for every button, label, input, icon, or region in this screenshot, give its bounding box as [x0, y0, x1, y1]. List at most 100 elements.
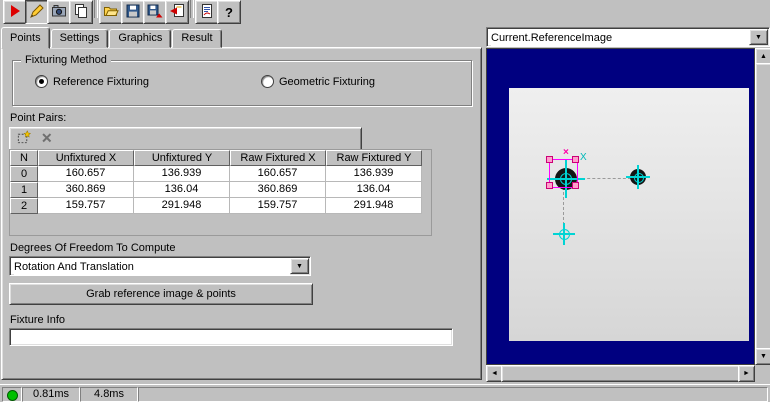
help-icon: ? — [225, 5, 233, 20]
fixture-info-label: Fixture Info — [10, 314, 65, 326]
point-pairs-toolbar — [9, 127, 362, 151]
column-header[interactable]: N — [10, 150, 38, 166]
save-button[interactable] — [121, 0, 145, 24]
row-header: 0 — [10, 166, 38, 182]
save-image-button[interactable] — [143, 0, 167, 24]
new-item-icon — [16, 130, 31, 148]
column-header[interactable]: Raw Fixtured X — [230, 150, 326, 166]
vertical-scrollbar[interactable]: ▲ ▼ — [755, 48, 770, 365]
selection-mark: × — [563, 147, 569, 158]
geometric-fixturing-option[interactable]: Geometric Fixturing — [261, 75, 375, 88]
import-button[interactable] — [165, 0, 189, 24]
toolbar-separator — [190, 0, 194, 18]
floppy-arrow-icon — [147, 3, 163, 22]
status-time-2: 4.8ms — [80, 387, 138, 402]
degrees-of-freedom-value: Rotation And Translation — [14, 259, 290, 275]
selection-handle[interactable] — [572, 156, 579, 163]
camera-button[interactable] — [47, 0, 71, 24]
grab-reference-button-label: Grab reference image & points — [86, 288, 236, 300]
application-window: ? Points Settings Graphics Result Fixtur… — [0, 0, 770, 402]
tab-result[interactable]: Result — [172, 29, 221, 48]
camera-icon — [51, 3, 67, 22]
chevron-down-icon[interactable]: ▼ — [290, 258, 309, 274]
status-time-1: 0.81ms — [22, 387, 80, 402]
status-bar: 0.81ms 4.8ms — [0, 384, 770, 402]
toolbar-separator — [94, 0, 98, 18]
reference-fixturing-option[interactable]: Reference Fixturing — [35, 75, 149, 88]
table-cell[interactable]: 160.657 — [38, 166, 134, 182]
copy-button[interactable] — [69, 0, 93, 24]
edit-button[interactable] — [25, 0, 49, 24]
table-cell[interactable]: 360.869 — [38, 182, 134, 198]
table-cell[interactable]: 159.757 — [230, 198, 326, 214]
table-cell[interactable]: 160.657 — [230, 166, 326, 182]
point-pairs-label: Point Pairs: — [10, 112, 66, 124]
main-toolbar: ? — [0, 0, 770, 27]
report-button[interactable] — [195, 0, 219, 24]
selection-handle[interactable] — [546, 156, 553, 163]
new-point-pair-button[interactable] — [13, 130, 33, 148]
selection-handle[interactable] — [546, 182, 553, 189]
points-tab-page: Fixturing Method Reference Fixturing Geo… — [1, 47, 482, 380]
column-header[interactable]: Unfixtured X — [38, 150, 134, 166]
degrees-of-freedom-select[interactable]: Rotation And Translation ▼ — [9, 256, 311, 276]
table-row[interactable]: 0 160.657 136.939 160.657 136.939 — [10, 166, 431, 182]
help-button[interactable]: ? — [217, 0, 241, 24]
table-cell[interactable]: 136.04 — [326, 182, 422, 198]
table-header-row: N Unfixtured X Unfixtured Y Raw Fixtured… — [10, 150, 431, 166]
status-spacer-panel — [138, 387, 768, 402]
fixturing-method-group: Fixturing Method Reference Fixturing Geo… — [12, 60, 472, 106]
table-cell[interactable]: 291.948 — [326, 198, 422, 214]
table-row[interactable]: 1 360.869 136.04 360.869 136.04 — [10, 182, 431, 198]
radio-button-icon[interactable] — [261, 75, 274, 88]
run-icon — [7, 3, 23, 22]
horizontal-scrollbar[interactable]: ◄ ► — [486, 365, 755, 380]
grab-reference-button[interactable]: Grab reference image & points — [9, 283, 313, 305]
selection-handle[interactable] — [572, 182, 579, 189]
tab-graphics[interactable]: Graphics — [109, 29, 171, 48]
image-source-value: Current.ReferenceImage — [491, 30, 749, 46]
dashed-guide-line — [577, 178, 631, 179]
table-cell[interactable]: 291.948 — [134, 198, 230, 214]
crosshair-ring — [559, 229, 570, 240]
tab-settings[interactable]: Settings — [51, 29, 109, 48]
radio-button-icon[interactable] — [35, 75, 48, 88]
scroll-down-icon[interactable]: ▼ — [755, 348, 770, 365]
column-header[interactable]: Raw Fixtured Y — [326, 150, 422, 166]
chevron-down-icon[interactable]: ▼ — [749, 29, 768, 45]
image-viewport[interactable]: × X — [486, 48, 755, 365]
floppy-icon — [125, 3, 141, 22]
crosshair-ring — [634, 173, 644, 183]
copy-icon — [73, 3, 89, 22]
scroll-right-icon[interactable]: ► — [738, 365, 755, 382]
geometric-fixturing-label: Geometric Fixturing — [279, 76, 375, 88]
open-button[interactable] — [99, 0, 123, 24]
table-cell[interactable]: 136.939 — [134, 166, 230, 182]
image-source-select[interactable]: Current.ReferenceImage ▼ — [486, 27, 770, 47]
row-header: 2 — [10, 198, 38, 214]
horizontal-scroll-thumb[interactable] — [501, 365, 742, 382]
status-indicator-panel — [2, 387, 22, 402]
table-cell[interactable]: 136.04 — [134, 182, 230, 198]
tab-points[interactable]: Points — [1, 27, 50, 49]
table-cell[interactable]: 136.939 — [326, 166, 422, 182]
delete-point-pair-button[interactable] — [37, 130, 57, 148]
tab-bar: Points Settings Graphics Result — [1, 27, 223, 48]
degrees-of-freedom-label: Degrees Of Freedom To Compute — [10, 242, 175, 254]
table-cell[interactable]: 159.757 — [38, 198, 134, 214]
table-row[interactable]: 2 159.757 291.948 159.757 291.948 — [10, 198, 431, 214]
import-arrow-icon — [169, 3, 185, 22]
scrollbar-corner — [755, 365, 770, 380]
status-green-led-icon — [7, 390, 18, 401]
pencil-icon — [29, 3, 45, 22]
reference-image[interactable]: × X — [509, 88, 749, 341]
vertical-scroll-thumb[interactable] — [755, 63, 770, 352]
run-button[interactable] — [3, 0, 27, 24]
delete-x-icon — [40, 131, 54, 148]
fixture-info-input[interactable] — [9, 328, 453, 346]
point-pairs-table[interactable]: N Unfixtured X Unfixtured Y Raw Fixtured… — [9, 149, 432, 236]
report-page-icon — [199, 3, 215, 22]
table-cell[interactable]: 360.869 — [230, 182, 326, 198]
column-header[interactable]: Unfixtured Y — [134, 150, 230, 166]
reference-fixturing-label: Reference Fixturing — [53, 76, 149, 88]
